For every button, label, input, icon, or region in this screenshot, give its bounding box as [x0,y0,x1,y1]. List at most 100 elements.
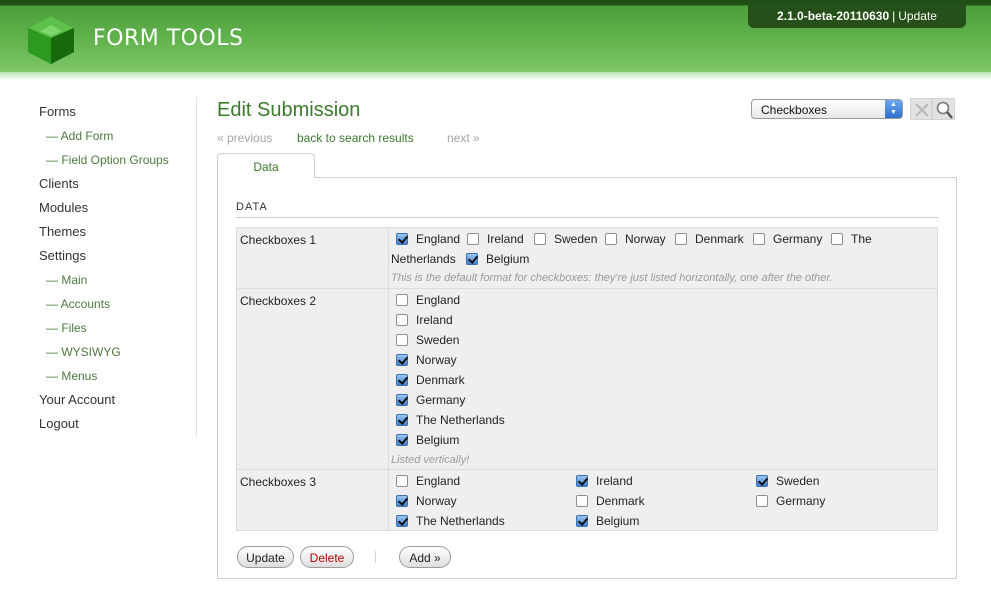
checkbox-option-label: Belgium [596,514,640,528]
checkbox-icon[interactable] [396,233,408,245]
checkbox-icon[interactable] [396,294,408,306]
checkbox-option[interactable]: Norway [396,353,457,367]
checkbox-icon[interactable] [605,233,617,245]
update-link[interactable]: Update [898,9,937,23]
checkbox-icon[interactable] [396,475,408,487]
checkbox-option[interactable]: Norway [396,494,457,508]
checkbox-option[interactable]: Germany [753,232,822,246]
version-separator: | [892,9,896,23]
checkbox-icon[interactable] [396,414,408,426]
checkbox-option-label: England [416,474,461,488]
checkbox-icon[interactable] [467,233,479,245]
sidebar-item-clients[interactable]: Clients [39,176,79,191]
checkbox-option[interactable]: Denmark [576,494,645,508]
back-to-search-link[interactable]: back to search results [297,131,414,145]
checkbox-option[interactable]: England [396,232,460,246]
checkbox-option-label: Germany [416,393,466,407]
checkbox-option[interactable]: Sweden [756,474,819,488]
tab-data[interactable]: Data [217,153,315,178]
checkbox-icon[interactable] [396,515,408,527]
sidebar-item-settings[interactable]: Settings [39,248,86,263]
checkbox-option-label: Belgium [416,433,460,447]
checkbox-option[interactable]: Sweden [534,232,597,246]
checkbox-icon[interactable] [466,253,478,265]
checkbox-option[interactable]: England [396,293,460,307]
checkbox-icon[interactable] [675,233,687,245]
checkbox-icon[interactable] [831,233,843,245]
app-logo-text: FORM TOOLS [93,26,244,51]
field-label: Checkboxes 1 [240,233,317,247]
checkbox-icon[interactable] [753,233,765,245]
checkbox-icon[interactable] [396,434,408,446]
checkbox-icon[interactable] [576,515,588,527]
checkbox-option-label: Germany [776,494,826,508]
checkbox-icon[interactable] [396,314,408,326]
checkbox-option-label: Sweden [416,333,460,347]
sidebar-item-modules[interactable]: Modules [39,200,88,215]
checkbox-option[interactable]: England [396,474,460,488]
checkbox-option[interactable]: The [831,232,872,246]
checkbox-icon[interactable] [396,495,408,507]
checkbox-option[interactable]: Ireland [576,474,633,488]
checkbox-option[interactable]: Belgium [396,433,459,447]
field-note: Listed vertically! [391,454,470,466]
field-label: Checkboxes 2 [240,294,317,308]
sidebar-item-logout[interactable]: Logout [39,416,79,431]
checkbox-option-label: Germany [773,232,823,246]
sidebar-nav [0,97,197,437]
sidebar-item-field-option-groups[interactable]: — Field Option Groups [46,153,169,167]
checkbox-icon[interactable] [576,495,588,507]
checkbox-option[interactable]: Sweden [396,333,459,347]
checkbox-option[interactable]: Norway [605,232,666,246]
checkbox-icon[interactable] [756,475,768,487]
checkbox-option-label: Denmark [695,232,744,246]
checkbox-icon[interactable] [576,475,588,487]
delete-button[interactable]: Delete [300,546,354,568]
app-header: FORM TOOLS 2.1.0-beta-20110630 | Update [0,0,991,78]
checkbox-option[interactable]: The Netherlands [396,413,505,427]
sidebar-item-themes[interactable]: Themes [39,224,86,239]
checkbox-icon[interactable] [756,495,768,507]
sidebar-item-menus[interactable]: — Menus [46,369,97,383]
checkbox-option[interactable]: Germany [396,393,465,407]
update-button[interactable]: Update [237,546,294,568]
checkbox-icon[interactable] [396,354,408,366]
next-link[interactable]: next » [447,131,480,145]
view-select-value: Checkboxes [761,103,828,117]
checkbox-option-label: Ireland [487,232,524,246]
clear-search-icon[interactable] [910,98,932,120]
sidebar-item-main[interactable]: — Main [46,273,87,287]
add-button[interactable]: Add » [399,546,451,568]
checkbox-icon[interactable] [534,233,546,245]
sidebar-item-files[interactable]: — Files [46,321,87,335]
checkbox-option[interactable]: Denmark [675,232,744,246]
sidebar-item-add-form[interactable]: — Add Form [46,129,113,143]
sidebar-item-your-account[interactable]: Your Account [39,392,115,407]
sidebar-item-wysiwyg[interactable]: — WYSIWYG [46,345,121,359]
checkbox-option-label: Norway [625,232,666,246]
checkbox-option[interactable]: The Netherlands [396,514,505,528]
view-select[interactable]: Checkboxes ▲ ▼ [751,99,903,119]
checkbox-option[interactable]: Denmark [396,373,465,387]
sidebar-item-accounts[interactable]: — Accounts [46,297,110,311]
select-arrows-icon: ▲ ▼ [885,100,902,118]
checkbox-option-label: Denmark [596,494,645,508]
checkbox-option-label: Ireland [416,313,453,327]
previous-link[interactable]: « previous [217,131,272,145]
section-title: DATA [236,201,268,213]
checkbox-option-label: Sweden [554,232,598,246]
search-icon[interactable] [932,98,955,120]
header-fade [0,72,991,80]
sidebar-item-forms[interactable]: Forms [39,104,76,119]
checkbox-icon[interactable] [396,334,408,346]
button-separator [375,551,376,563]
checkbox-option[interactable]: Ireland [467,232,524,246]
checkbox-option-label: Sweden [776,474,820,488]
checkbox-option[interactable]: Germany [756,494,825,508]
checkbox-option[interactable]: Ireland [396,313,453,327]
checkbox-option[interactable]: Belgium [576,514,639,528]
checkbox-icon[interactable] [396,374,408,386]
checkbox-icon[interactable] [396,394,408,406]
checkbox-option[interactable]: Belgium [466,252,529,266]
section-divider [236,217,938,218]
